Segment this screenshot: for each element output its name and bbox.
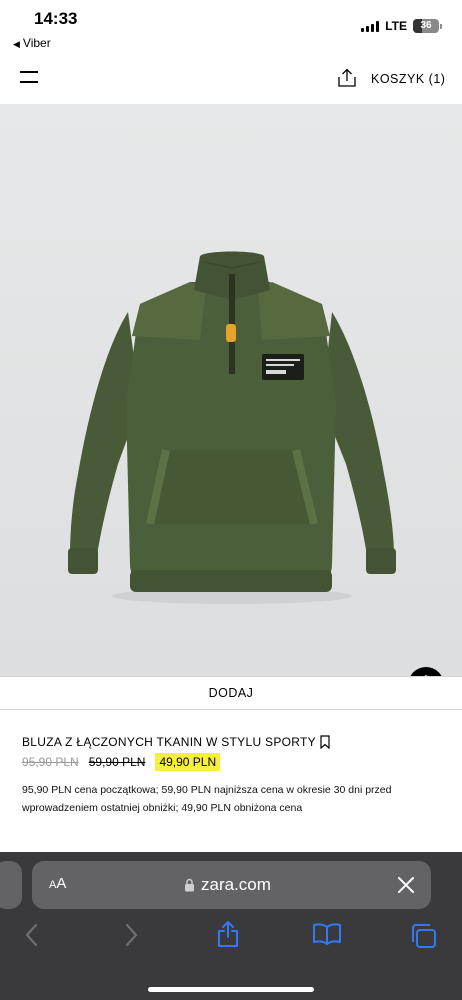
price-previous: 59,90 PLN (88, 755, 146, 769)
share-icon[interactable] (338, 68, 356, 92)
bottom-toolbar (0, 920, 462, 956)
browser-toolbar: AA zara.com (0, 852, 462, 1000)
network-type: LTE (385, 19, 407, 33)
add-to-cart-button[interactable]: DODAJ (0, 676, 462, 710)
price-original: 95,90 PLN (22, 755, 79, 769)
battery-level: 36 (420, 20, 432, 31)
bookmark-icon[interactable] (319, 735, 331, 754)
previous-tab[interactable] (0, 861, 22, 909)
reader-mode-button[interactable]: AA (49, 875, 66, 892)
product-title: BLUZA Z ŁĄCZONYCH TKANIN W STYLU SPORTY (22, 735, 316, 749)
share-sheet-icon[interactable] (216, 920, 240, 953)
url-text: zara.com (201, 875, 271, 894)
signal-icon (361, 20, 380, 32)
price-row: 95,90 PLN 59,90 PLN 49,90 PLN (22, 753, 221, 771)
site-header: KOSZYK (1) (0, 54, 462, 104)
product-image[interactable] (0, 104, 462, 703)
tabs-icon[interactable] (410, 923, 438, 954)
price-note: 95,90 PLN cena początkowa; 59,90 PLN naj… (22, 784, 392, 814)
lock-icon (185, 878, 194, 892)
close-icon[interactable] (396, 875, 416, 900)
hamburger-icon[interactable] (20, 71, 38, 83)
price-current: 49,90 PLN (155, 753, 221, 771)
battery-icon: 36 (413, 19, 442, 33)
status-bar: 14:33 ◀ Viber LTE 36 (0, 0, 462, 54)
product-photo-sweatshirt (0, 104, 462, 676)
status-indicators: LTE 36 (361, 19, 442, 33)
address-bar[interactable]: AA zara.com (32, 861, 431, 909)
cart-button[interactable]: KOSZYK (1) (371, 72, 445, 86)
back-triangle-icon: ◀ (13, 39, 20, 49)
product-info: BLUZA Z ŁĄCZONYCH TKANIN W STYLU SPORTY … (0, 710, 462, 852)
back-to-app-link[interactable]: ◀ Viber (13, 36, 51, 50)
status-time: 14:33 (34, 9, 78, 28)
home-indicator[interactable] (148, 987, 314, 992)
back-app-label: Viber (22, 36, 51, 50)
url-display[interactable]: zara.com (184, 875, 271, 895)
bookmarks-icon[interactable] (312, 923, 342, 950)
forward-arrow-icon[interactable] (124, 923, 138, 952)
back-arrow-icon[interactable] (25, 923, 39, 952)
